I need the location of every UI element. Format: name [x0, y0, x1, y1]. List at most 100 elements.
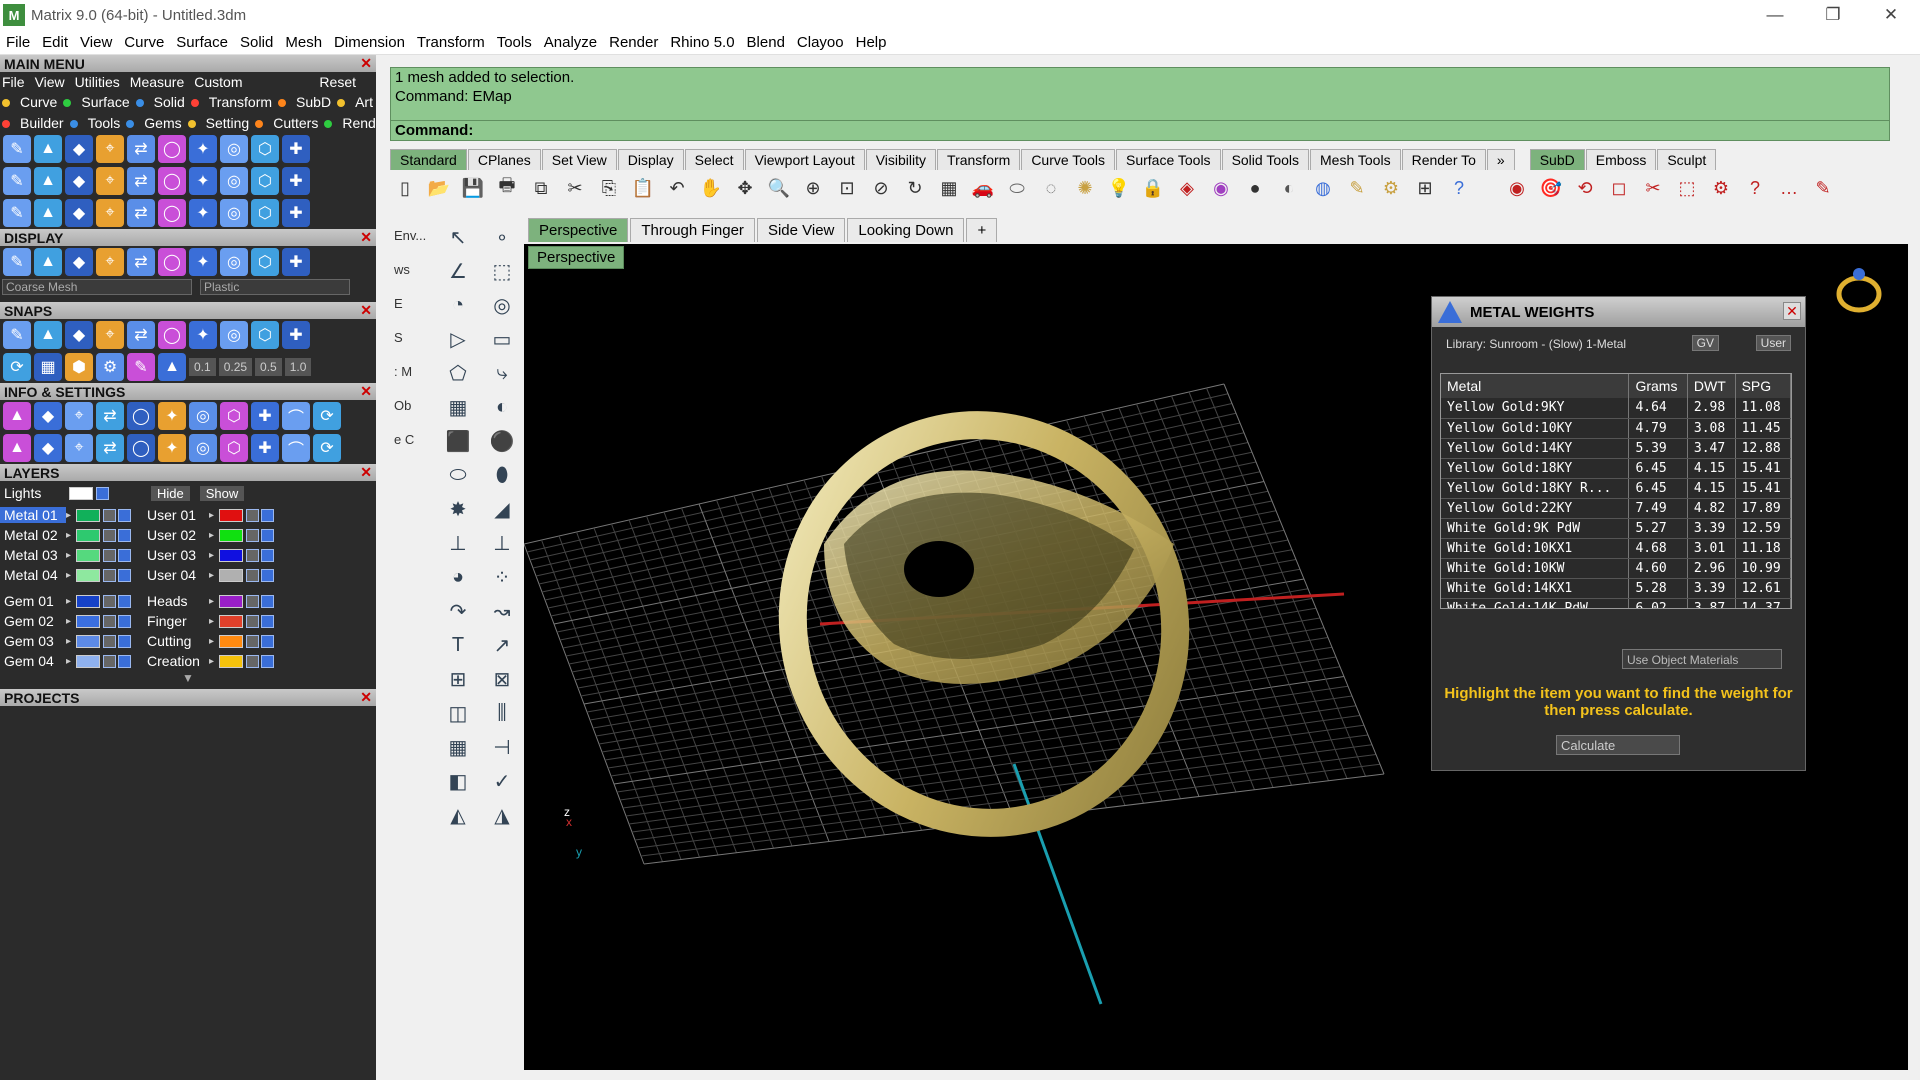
- side-tool-icon[interactable]: ∠: [436, 254, 480, 288]
- toolbar-icon[interactable]: ✋: [696, 173, 726, 203]
- toolbar-icon[interactable]: ◐: [1274, 173, 1304, 203]
- side-tool-icon[interactable]: T: [436, 628, 480, 662]
- snap-icon[interactable]: ⚙: [96, 353, 124, 381]
- visibility-icon[interactable]: [261, 614, 275, 628]
- tool-icon[interactable]: ⌖: [96, 199, 124, 227]
- toolbar-icon[interactable]: 🔍: [764, 173, 794, 203]
- snap-icon[interactable]: ▲: [34, 321, 62, 349]
- expand-arrow-icon[interactable]: ▸: [66, 616, 71, 627]
- tool-icon[interactable]: ◯: [158, 135, 186, 163]
- menu-edit[interactable]: Edit: [36, 34, 74, 51]
- menu-render[interactable]: Render: [603, 34, 664, 51]
- tool-icon[interactable]: ✦: [189, 199, 217, 227]
- tab-visibility[interactable]: Visibility: [865, 149, 937, 170]
- menu-rhino-5-0[interactable]: Rhino 5.0: [664, 34, 740, 51]
- subd-toolbar-icon[interactable]: …: [1774, 173, 1804, 203]
- tab-cplanes[interactable]: CPlanes: [467, 149, 541, 170]
- lock-icon[interactable]: [246, 654, 260, 668]
- display-icon[interactable]: ⬡: [251, 248, 279, 276]
- side-tool-icon[interactable]: ↖: [436, 220, 480, 254]
- toolbar-icon[interactable]: ⊕: [798, 173, 828, 203]
- main-menu-view[interactable]: View: [35, 74, 65, 90]
- menu-solid[interactable]: Solid: [234, 34, 279, 51]
- close-button[interactable]: ✕: [1862, 0, 1920, 30]
- lock-icon[interactable]: [246, 594, 260, 608]
- info-icon[interactable]: ◎: [189, 434, 217, 462]
- visibility-icon[interactable]: [118, 508, 132, 522]
- tool-icon[interactable]: ✚: [282, 135, 310, 163]
- toolbar-icon[interactable]: ◌: [1036, 173, 1066, 203]
- side-tool-icon[interactable]: ⊥: [436, 526, 480, 560]
- side-tool-icon[interactable]: ◭: [436, 798, 480, 832]
- side-tool-icon[interactable]: ◐: [480, 390, 524, 424]
- viewport-label[interactable]: Perspective: [528, 246, 625, 269]
- toolbar-icon[interactable]: ✎: [1342, 173, 1372, 203]
- user-toggle[interactable]: User: [1755, 335, 1791, 351]
- visibility-icon[interactable]: [118, 634, 132, 648]
- category-cutters[interactable]: Cutters: [255, 115, 318, 131]
- visibility-icon[interactable]: [261, 594, 275, 608]
- snap-icon[interactable]: ◯: [158, 321, 186, 349]
- table-row[interactable]: Yellow Gold:9KY 4.64 2.98 11.08: [1441, 398, 1791, 419]
- side-tool-icon[interactable]: ▷: [436, 322, 480, 356]
- main-menu-file[interactable]: File: [2, 74, 25, 90]
- side-tool-icon[interactable]: ⫼: [480, 696, 524, 730]
- info-icon[interactable]: ▲: [3, 402, 31, 430]
- expand-arrow-icon[interactable]: ▸: [209, 636, 214, 647]
- tool-icon[interactable]: ⬡: [251, 135, 279, 163]
- expand-arrow-icon[interactable]: ▸: [209, 570, 214, 581]
- side-tool-icon[interactable]: ▦: [436, 390, 480, 424]
- side-tool-icon[interactable]: ◧: [436, 764, 480, 798]
- snap-value[interactable]: 0.1: [189, 358, 216, 376]
- side-tool-icon[interactable]: ∘: [480, 220, 524, 254]
- info-icon[interactable]: ⌖: [65, 402, 93, 430]
- visibility-icon[interactable]: [261, 528, 275, 542]
- viewport-tab-looking-down[interactable]: Looking Down: [847, 218, 965, 242]
- tool-icon[interactable]: ▲: [34, 199, 62, 227]
- layer-color-swatch[interactable]: [219, 548, 244, 562]
- close-icon[interactable]: ✕: [360, 229, 372, 246]
- toolbar-icon[interactable]: ◍: [1308, 173, 1338, 203]
- info-icon[interactable]: ⟳: [313, 402, 341, 430]
- visibility-icon[interactable]: [118, 528, 132, 542]
- tab-surface-tools[interactable]: Surface Tools: [1115, 149, 1221, 170]
- layer-color-swatch[interactable]: [76, 594, 101, 608]
- close-icon[interactable]: ✕: [360, 464, 372, 481]
- toolbar-icon[interactable]: ✺: [1070, 173, 1100, 203]
- layer-color-swatch[interactable]: [76, 654, 101, 668]
- visibility-icon[interactable]: [118, 654, 132, 668]
- info-icon[interactable]: ◯: [127, 434, 155, 462]
- snap-icon[interactable]: ▦: [34, 353, 62, 381]
- lock-icon[interactable]: [103, 594, 117, 608]
- tool-icon[interactable]: ✦: [189, 135, 217, 163]
- layer-row[interactable]: Metal 02 ▸: [0, 525, 133, 545]
- toolbar-icon[interactable]: ⊘: [866, 173, 896, 203]
- table-row[interactable]: Yellow Gold:18KY R... 6.45 4.15 15.41: [1441, 478, 1791, 499]
- expand-arrow-icon[interactable]: ▸: [209, 616, 214, 627]
- toolbar-icon[interactable]: ⧉: [526, 173, 556, 203]
- toolbar-icon[interactable]: ⚙: [1376, 173, 1406, 203]
- display-icon[interactable]: ⇄: [127, 248, 155, 276]
- menu-tools[interactable]: Tools: [491, 34, 538, 51]
- category-tools[interactable]: Tools: [69, 115, 120, 131]
- expand-arrow-icon[interactable]: ▸: [66, 510, 71, 521]
- side-tool-icon[interactable]: ◔: [436, 288, 480, 322]
- side-panel-label[interactable]: ws: [390, 254, 436, 288]
- visibility-icon[interactable]: [261, 634, 275, 648]
- table-row[interactable]: Yellow Gold:10KY 4.79 3.08 11.45: [1441, 418, 1791, 439]
- visibility-icon[interactable]: [261, 508, 275, 522]
- tool-icon[interactable]: ✎: [3, 135, 31, 163]
- tab-emboss[interactable]: Emboss: [1585, 149, 1657, 170]
- tab-subd[interactable]: SubD: [1529, 149, 1585, 170]
- visibility-icon[interactable]: [118, 548, 132, 562]
- info-icon[interactable]: ✦: [158, 434, 186, 462]
- column-header-grams[interactable]: Grams: [1628, 374, 1688, 398]
- layer-row[interactable]: User 04 ▸: [143, 565, 276, 585]
- close-icon[interactable]: ✕: [360, 383, 372, 400]
- side-panel-label[interactable]: : M: [390, 356, 436, 390]
- menu-view[interactable]: View: [74, 34, 118, 51]
- visibility-icon[interactable]: [261, 548, 275, 562]
- tab-set-view[interactable]: Set View: [541, 149, 617, 170]
- tool-icon[interactable]: ⇄: [127, 199, 155, 227]
- display-icon[interactable]: ✦: [189, 248, 217, 276]
